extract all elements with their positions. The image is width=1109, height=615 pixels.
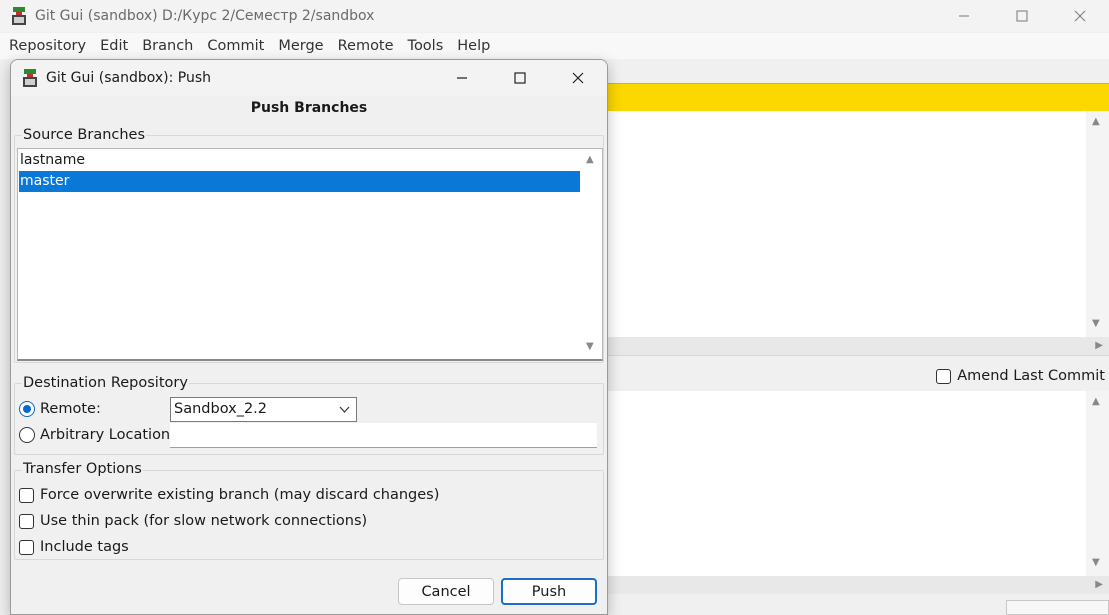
scroll-up-icon[interactable]: ▲ xyxy=(1092,116,1100,127)
cancel-button[interactable]: Cancel xyxy=(398,578,494,605)
push-dialog: Git Gui (sandbox): Push Push Branches So… xyxy=(10,59,608,615)
amend-last-commit-option[interactable]: Amend Last Commit xyxy=(936,368,1105,384)
commit-vertical-scrollbar[interactable]: ▲ ▼ xyxy=(1086,391,1109,576)
scroll-down-icon[interactable]: ▼ xyxy=(586,341,594,352)
arbitrary-location-option[interactable]: Arbitrary Location: xyxy=(19,427,175,443)
close-icon xyxy=(1074,10,1086,22)
arbitrary-location-input[interactable] xyxy=(170,423,597,448)
dialog-minimize-button[interactable] xyxy=(433,60,491,96)
maximize-icon xyxy=(514,72,526,84)
minimize-icon xyxy=(457,77,467,79)
source-branches-label: Source Branches xyxy=(22,127,147,143)
transfer-options-label: Transfer Options xyxy=(22,461,143,477)
maximize-icon xyxy=(1016,10,1028,22)
close-icon xyxy=(572,72,584,84)
remote-select-value: Sandbox_2.2 xyxy=(174,401,268,417)
dialog-maximize-button[interactable] xyxy=(491,60,549,96)
diff-vertical-scrollbar[interactable]: ▲ ▼ xyxy=(1086,111,1109,337)
push-dialog-title: Git Gui (sandbox): Push xyxy=(46,70,212,86)
thin-pack-label: Use thin pack (for slow network connecti… xyxy=(40,513,368,529)
menu-merge[interactable]: Merge xyxy=(269,38,328,54)
main-maximize-button[interactable] xyxy=(993,0,1051,32)
current-file-header xyxy=(600,83,1109,111)
scroll-up-icon[interactable]: ▲ xyxy=(1092,396,1100,407)
push-button[interactable]: Push xyxy=(501,578,597,605)
remote-select[interactable]: Sandbox_2.2 xyxy=(170,397,357,422)
menu-repository[interactable]: Repository xyxy=(0,38,91,54)
thin-pack-checkbox[interactable] xyxy=(19,513,34,529)
branches-vertical-scrollbar[interactable]: ▲ ▼ xyxy=(580,149,602,359)
diff-view-pane[interactable] xyxy=(600,111,1086,337)
menu-branch[interactable]: Branch xyxy=(133,38,198,54)
menu-commit[interactable]: Commit xyxy=(198,38,269,54)
scroll-down-icon[interactable]: ▼ xyxy=(1092,557,1100,568)
force-overwrite-option[interactable]: Force overwrite existing branch (may dis… xyxy=(19,487,439,503)
thin-pack-option[interactable]: Use thin pack (for slow network connecti… xyxy=(19,513,367,529)
include-tags-label: Include tags xyxy=(40,539,129,555)
git-gui-icon xyxy=(11,7,27,25)
scroll-right-icon[interactable]: ▶ xyxy=(1095,340,1103,351)
menu-help[interactable]: Help xyxy=(448,38,495,54)
push-branches-heading: Push Branches xyxy=(250,100,368,116)
remote-radio[interactable] xyxy=(19,401,35,417)
main-window-title: Git Gui (sandbox) D:/Курс 2/Семестр 2/sa… xyxy=(35,8,375,24)
status-bar xyxy=(600,594,1109,615)
amend-label: Amend Last Commit xyxy=(957,368,1105,384)
destination-repository-label: Destination Repository xyxy=(22,375,189,391)
remote-label: Remote: xyxy=(40,401,101,417)
menu-tools[interactable]: Tools xyxy=(399,38,449,54)
include-tags-option[interactable]: Include tags xyxy=(19,539,129,555)
force-overwrite-label: Force overwrite existing branch (may dis… xyxy=(40,487,440,503)
diff-horizontal-scrollbar[interactable]: ▶ xyxy=(600,337,1109,355)
arbitrary-location-label: Arbitrary Location: xyxy=(40,427,176,443)
git-gui-icon xyxy=(22,69,38,87)
include-tags-checkbox[interactable] xyxy=(19,539,34,555)
force-overwrite-checkbox[interactable] xyxy=(19,487,34,503)
scroll-up-icon[interactable]: ▲ xyxy=(586,154,594,165)
scroll-right-icon[interactable]: ▶ xyxy=(1095,579,1103,590)
list-item[interactable]: master xyxy=(19,171,580,192)
main-titlebar: Git Gui (sandbox) D:/Курс 2/Семестр 2/sa… xyxy=(0,0,1109,32)
main-close-button[interactable] xyxy=(1051,0,1109,32)
amend-checkbox[interactable] xyxy=(936,368,952,384)
main-minimize-button[interactable] xyxy=(935,0,993,32)
commit-horizontal-scrollbar[interactable]: ▶ xyxy=(600,576,1109,594)
dialog-close-button[interactable] xyxy=(549,60,607,96)
arbitrary-location-radio[interactable] xyxy=(19,427,35,443)
source-branches-list[interactable]: lastname master ▲ ▼ xyxy=(17,148,603,361)
commit-message-input[interactable] xyxy=(600,391,1086,576)
main-left-panel-edge xyxy=(0,60,10,615)
menubar: Repository Edit Branch Commit Merge Remo… xyxy=(0,33,1109,59)
list-item[interactable]: lastname xyxy=(19,150,580,171)
remote-option[interactable]: Remote: xyxy=(19,401,101,417)
scroll-down-icon[interactable]: ▼ xyxy=(1092,318,1100,329)
commit-message-header: Amend Last Commit xyxy=(600,355,1109,391)
menu-edit[interactable]: Edit xyxy=(91,38,133,54)
minimize-icon xyxy=(959,15,969,17)
push-dialog-titlebar: Git Gui (sandbox): Push xyxy=(11,60,607,96)
menu-remote[interactable]: Remote xyxy=(329,38,399,54)
status-field xyxy=(1006,600,1109,615)
